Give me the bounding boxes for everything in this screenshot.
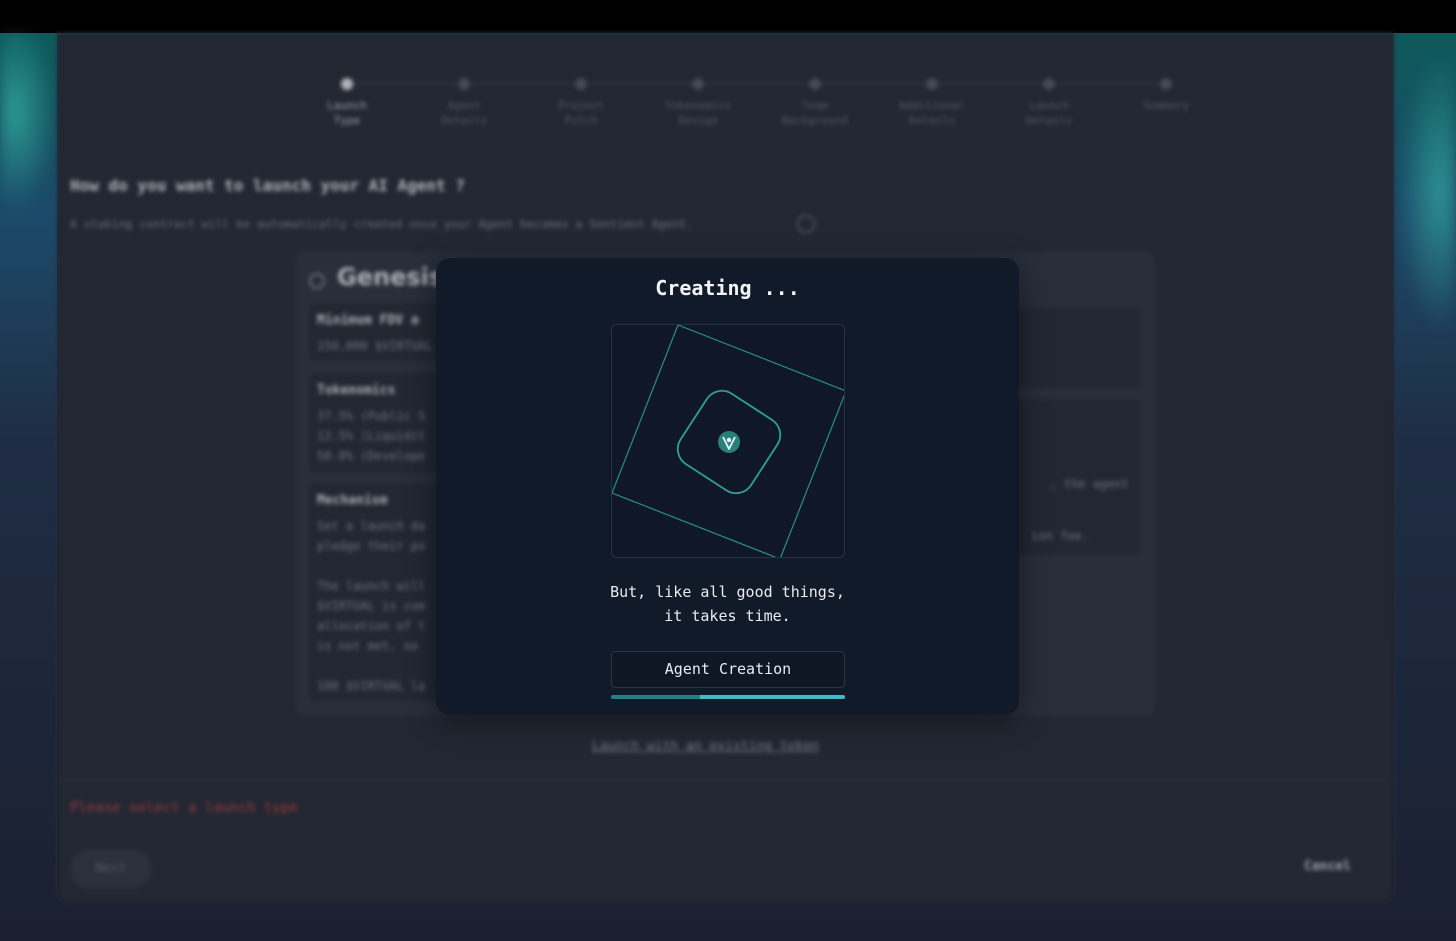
- step-dot: [575, 78, 587, 90]
- step-1: Agent Details: [409, 78, 519, 128]
- step-2: Project Pitch: [526, 78, 636, 128]
- info-icon[interactable]: [797, 215, 815, 233]
- step-3: Tokenomics Design: [643, 78, 753, 128]
- right-snippet-1: , the agent: [1049, 477, 1129, 491]
- step-label: Team Background: [781, 99, 849, 127]
- step-label: Launch Details: [1025, 99, 1073, 127]
- creating-modal: Creating ... But, like all good things, …: [436, 258, 1019, 715]
- launch-question-title: How do you want to launch your AI Agent …: [70, 176, 465, 195]
- creation-progress-bar: [611, 695, 845, 699]
- step-dot: [692, 78, 704, 90]
- step-label: Tokenomics Design: [664, 99, 732, 127]
- step-label: Agent Details: [440, 99, 488, 127]
- step-dot: [1160, 78, 1172, 90]
- step-dot: [926, 78, 938, 90]
- creation-stage-label: Agent Creation: [611, 651, 845, 688]
- step-4: Team Background: [760, 78, 870, 128]
- step-dot: [809, 78, 821, 90]
- cancel-button[interactable]: Cancel: [1304, 859, 1351, 874]
- step-7: Summary: [1111, 78, 1221, 113]
- loading-animation: [611, 324, 845, 558]
- next-button[interactable]: Next: [70, 849, 152, 889]
- rotating-square-graphic: [612, 325, 844, 557]
- genesis-radio[interactable]: [309, 273, 325, 289]
- step-5: Additional Details: [877, 78, 987, 128]
- modal-title: Creating ...: [655, 276, 800, 300]
- step-label: Summary: [1142, 99, 1190, 112]
- step-6: Launch Details: [994, 78, 1104, 128]
- step-label: Launch Type: [327, 99, 367, 127]
- step-0: Launch Type: [292, 78, 402, 128]
- creation-progress-fill: [699, 695, 845, 699]
- modal-tagline: But, like all good things, it takes time…: [610, 583, 845, 625]
- genesis-card-title: Genesis: [337, 263, 444, 291]
- step-label: Additional Details: [898, 99, 966, 127]
- step-label: Project Pitch: [557, 99, 605, 127]
- step-dot: [458, 78, 470, 90]
- stepper: Launch Type Agent Details Project Pitch Tok…: [307, 78, 1207, 138]
- step-dot: [1043, 78, 1055, 90]
- top-black-bar: [0, 0, 1456, 33]
- launch-existing-token-link[interactable]: Launch with an existing token: [592, 739, 819, 754]
- right-snippet-2: ion fee.: [1031, 529, 1089, 543]
- launch-type-error: Please select a launch type: [70, 800, 298, 816]
- step-dot: [341, 78, 353, 90]
- footer-divider: [57, 780, 1394, 781]
- launch-question-subtitle: A staking contract will be automatically…: [70, 217, 694, 231]
